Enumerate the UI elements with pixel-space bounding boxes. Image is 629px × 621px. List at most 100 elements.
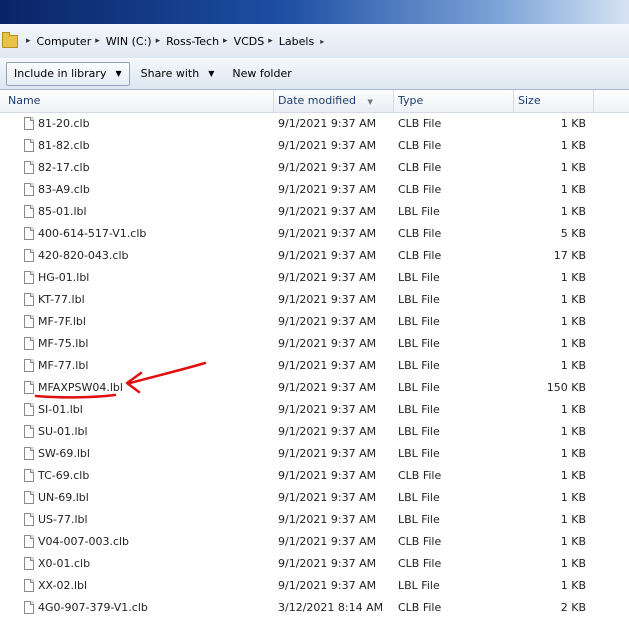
file-row[interactable]: MF-77.lbl 9/1/2021 9:37 AM LBL File 1 KB — [0, 355, 629, 377]
file-date: 9/1/2021 9:37 AM — [278, 403, 377, 416]
file-row[interactable]: UN-69.lbl 9/1/2021 9:37 AM LBL File 1 KB — [0, 487, 629, 509]
file-type: LBL File — [398, 293, 440, 306]
chevron-right-icon[interactable]: ▸ — [26, 36, 31, 46]
file-row[interactable]: 85-01.lbl 9/1/2021 9:37 AM LBL File 1 KB — [0, 201, 629, 223]
file-type: LBL File — [398, 359, 440, 372]
file-row[interactable]: X0-01.clb 9/1/2021 9:37 AM CLB File 1 KB — [0, 553, 629, 575]
file-name: MFAXPSW04.lbl — [38, 381, 123, 394]
file-size: 1 KB — [560, 139, 586, 152]
file-row[interactable]: MFAXPSW04.lbl 9/1/2021 9:37 AM LBL File 150… — [0, 377, 629, 399]
file-date: 9/1/2021 9:37 AM — [278, 249, 377, 262]
file-row[interactable]: 400-614-517-V1.clb 9/1/2021 9:37 AM CLB Fi… — [0, 223, 629, 245]
file-row[interactable]: XX-02.lbl 9/1/2021 9:37 AM LBL File 1 KB — [0, 575, 629, 597]
file-name: MF-7F.lbl — [38, 315, 86, 328]
file-row[interactable]: SU-01.lbl 9/1/2021 9:37 AM LBL File 1 KB — [0, 421, 629, 443]
file-name: 81-20.clb — [38, 117, 90, 130]
file-row[interactable]: MF-75.lbl 9/1/2021 9:37 AM LBL File 1 KB — [0, 333, 629, 355]
file-row[interactable]: SW-69.lbl 9/1/2021 9:37 AM LBL File 1 KB — [0, 443, 629, 465]
include-in-library-button[interactable]: Include in library ▼ — [6, 61, 130, 86]
file-type: LBL File — [398, 337, 440, 350]
file-size: 1 KB — [560, 469, 586, 482]
file-date: 9/1/2021 9:37 AM — [278, 271, 377, 284]
share-with-button[interactable]: Share with ▼ — [134, 63, 222, 85]
file-size: 5 KB — [560, 227, 586, 240]
file-name: 4G0-907-379-V1.clb — [38, 601, 148, 614]
breadcrumb-labels[interactable]: Labels — [279, 35, 314, 48]
file-type: CLB File — [398, 139, 442, 152]
new-folder-button[interactable]: New folder — [225, 63, 298, 85]
breadcrumb-ross-tech[interactable]: Ross-Tech — [166, 35, 219, 48]
file-date: 9/1/2021 9:37 AM — [278, 381, 377, 394]
chevron-down-icon: ▼ — [208, 69, 215, 78]
file-size: 1 KB — [560, 447, 586, 460]
chevron-right-icon[interactable]: ▸ — [320, 37, 324, 46]
command-bar: Include in library ▼ Share with ▼ New fo… — [0, 58, 629, 90]
file-icon — [24, 249, 34, 262]
file-size: 1 KB — [560, 117, 586, 130]
file-name: MF-75.lbl — [38, 337, 89, 350]
file-date: 9/1/2021 9:37 AM — [278, 535, 377, 548]
file-icon — [24, 425, 34, 438]
file-row[interactable]: TC-69.clb 9/1/2021 9:37 AM CLB File 1 KB — [0, 465, 629, 487]
file-name: MF-77.lbl — [38, 359, 89, 372]
file-size: 2 KB — [560, 601, 586, 614]
chevron-right-icon[interactable]: ▸ — [95, 36, 100, 46]
file-icon — [24, 601, 34, 614]
file-row[interactable]: 82-17.clb 9/1/2021 9:37 AM CLB File 1 KB — [0, 157, 629, 179]
file-name: SW-69.lbl — [38, 447, 90, 460]
file-row[interactable]: MF-7F.lbl 9/1/2021 9:37 AM LBL File 1 KB — [0, 311, 629, 333]
file-date: 9/1/2021 9:37 AM — [278, 337, 377, 350]
file-name: KT-77.lbl — [38, 293, 85, 306]
file-name: 400-614-517-V1.clb — [38, 227, 147, 240]
file-type: LBL File — [398, 315, 440, 328]
file-name: US-77.lbl — [38, 513, 88, 526]
file-row[interactable]: 81-82.clb 9/1/2021 9:37 AM CLB File 1 KB — [0, 135, 629, 157]
file-icon — [24, 271, 34, 284]
file-row[interactable]: 420-820-043.clb 9/1/2021 9:37 AM CLB File 1… — [0, 245, 629, 267]
file-type: LBL File — [398, 381, 440, 394]
file-row[interactable]: KT-77.lbl 9/1/2021 9:37 AM LBL File 1 KB — [0, 289, 629, 311]
file-size: 1 KB — [560, 425, 586, 438]
file-date: 9/1/2021 9:37 AM — [278, 117, 377, 130]
file-type: CLB File — [398, 535, 442, 548]
file-type: CLB File — [398, 117, 442, 130]
file-date: 9/1/2021 9:37 AM — [278, 161, 377, 174]
chevron-down-icon: ▼ — [115, 69, 122, 78]
file-size: 1 KB — [560, 403, 586, 416]
breadcrumb-drive[interactable]: WIN (C:) — [106, 35, 152, 48]
file-name: V04-007-003.clb — [38, 535, 130, 548]
file-row[interactable]: SI-01.lbl 9/1/2021 9:37 AM LBL File 1 KB — [0, 399, 629, 421]
file-row[interactable]: 81-20.clb 9/1/2021 9:37 AM CLB File 1 KB — [0, 113, 629, 135]
file-row[interactable]: 4G0-907-379-V1.clb 3/12/2021 8:14 AM CLB F… — [0, 597, 629, 619]
file-date: 9/1/2021 9:37 AM — [278, 227, 377, 240]
file-name: 85-01.lbl — [38, 205, 87, 218]
column-header-type[interactable]: Type — [394, 90, 514, 112]
file-icon — [24, 557, 34, 570]
file-name: TC-69.clb — [38, 469, 90, 482]
file-list: 81-20.clb 9/1/2021 9:37 AM CLB File 1 KB 81-… — [0, 113, 629, 619]
file-name: 82-17.clb — [38, 161, 90, 174]
file-row[interactable]: HG-01.lbl 9/1/2021 9:37 AM LBL File 1 KB — [0, 267, 629, 289]
breadcrumb-vcds[interactable]: VCDS — [234, 35, 265, 48]
file-date: 9/1/2021 9:37 AM — [278, 513, 377, 526]
chevron-right-icon[interactable]: ▸ — [223, 36, 228, 46]
column-header-date[interactable]: Date modified ▼ — [274, 90, 394, 112]
file-size: 1 KB — [560, 271, 586, 284]
file-name: UN-69.lbl — [38, 491, 89, 504]
chevron-right-icon[interactable]: ▸ — [268, 36, 273, 46]
file-date: 9/1/2021 9:37 AM — [278, 491, 377, 504]
share-with-label: Share with — [140, 67, 200, 80]
file-size: 1 KB — [560, 337, 586, 350]
file-size: 1 KB — [560, 579, 586, 592]
address-bar[interactable]: ▸ Computer ▸ WIN (C:) ▸ Ross-Tech ▸ VCDS… — [0, 24, 629, 59]
file-type: LBL File — [398, 271, 440, 284]
column-header-name[interactable]: Name — [4, 90, 274, 112]
column-header-size[interactable]: Size — [514, 90, 594, 112]
file-size: 1 KB — [560, 293, 586, 306]
file-row[interactable]: V04-007-003.clb 9/1/2021 9:37 AM CLB File 1… — [0, 531, 629, 553]
file-row[interactable]: US-77.lbl 9/1/2021 9:37 AM LBL File 1 KB — [0, 509, 629, 531]
file-icon — [24, 293, 34, 306]
breadcrumb-computer[interactable]: Computer — [37, 35, 92, 48]
file-row[interactable]: 83-A9.clb 9/1/2021 9:37 AM CLB File 1 KB — [0, 179, 629, 201]
chevron-right-icon[interactable]: ▸ — [156, 36, 161, 46]
